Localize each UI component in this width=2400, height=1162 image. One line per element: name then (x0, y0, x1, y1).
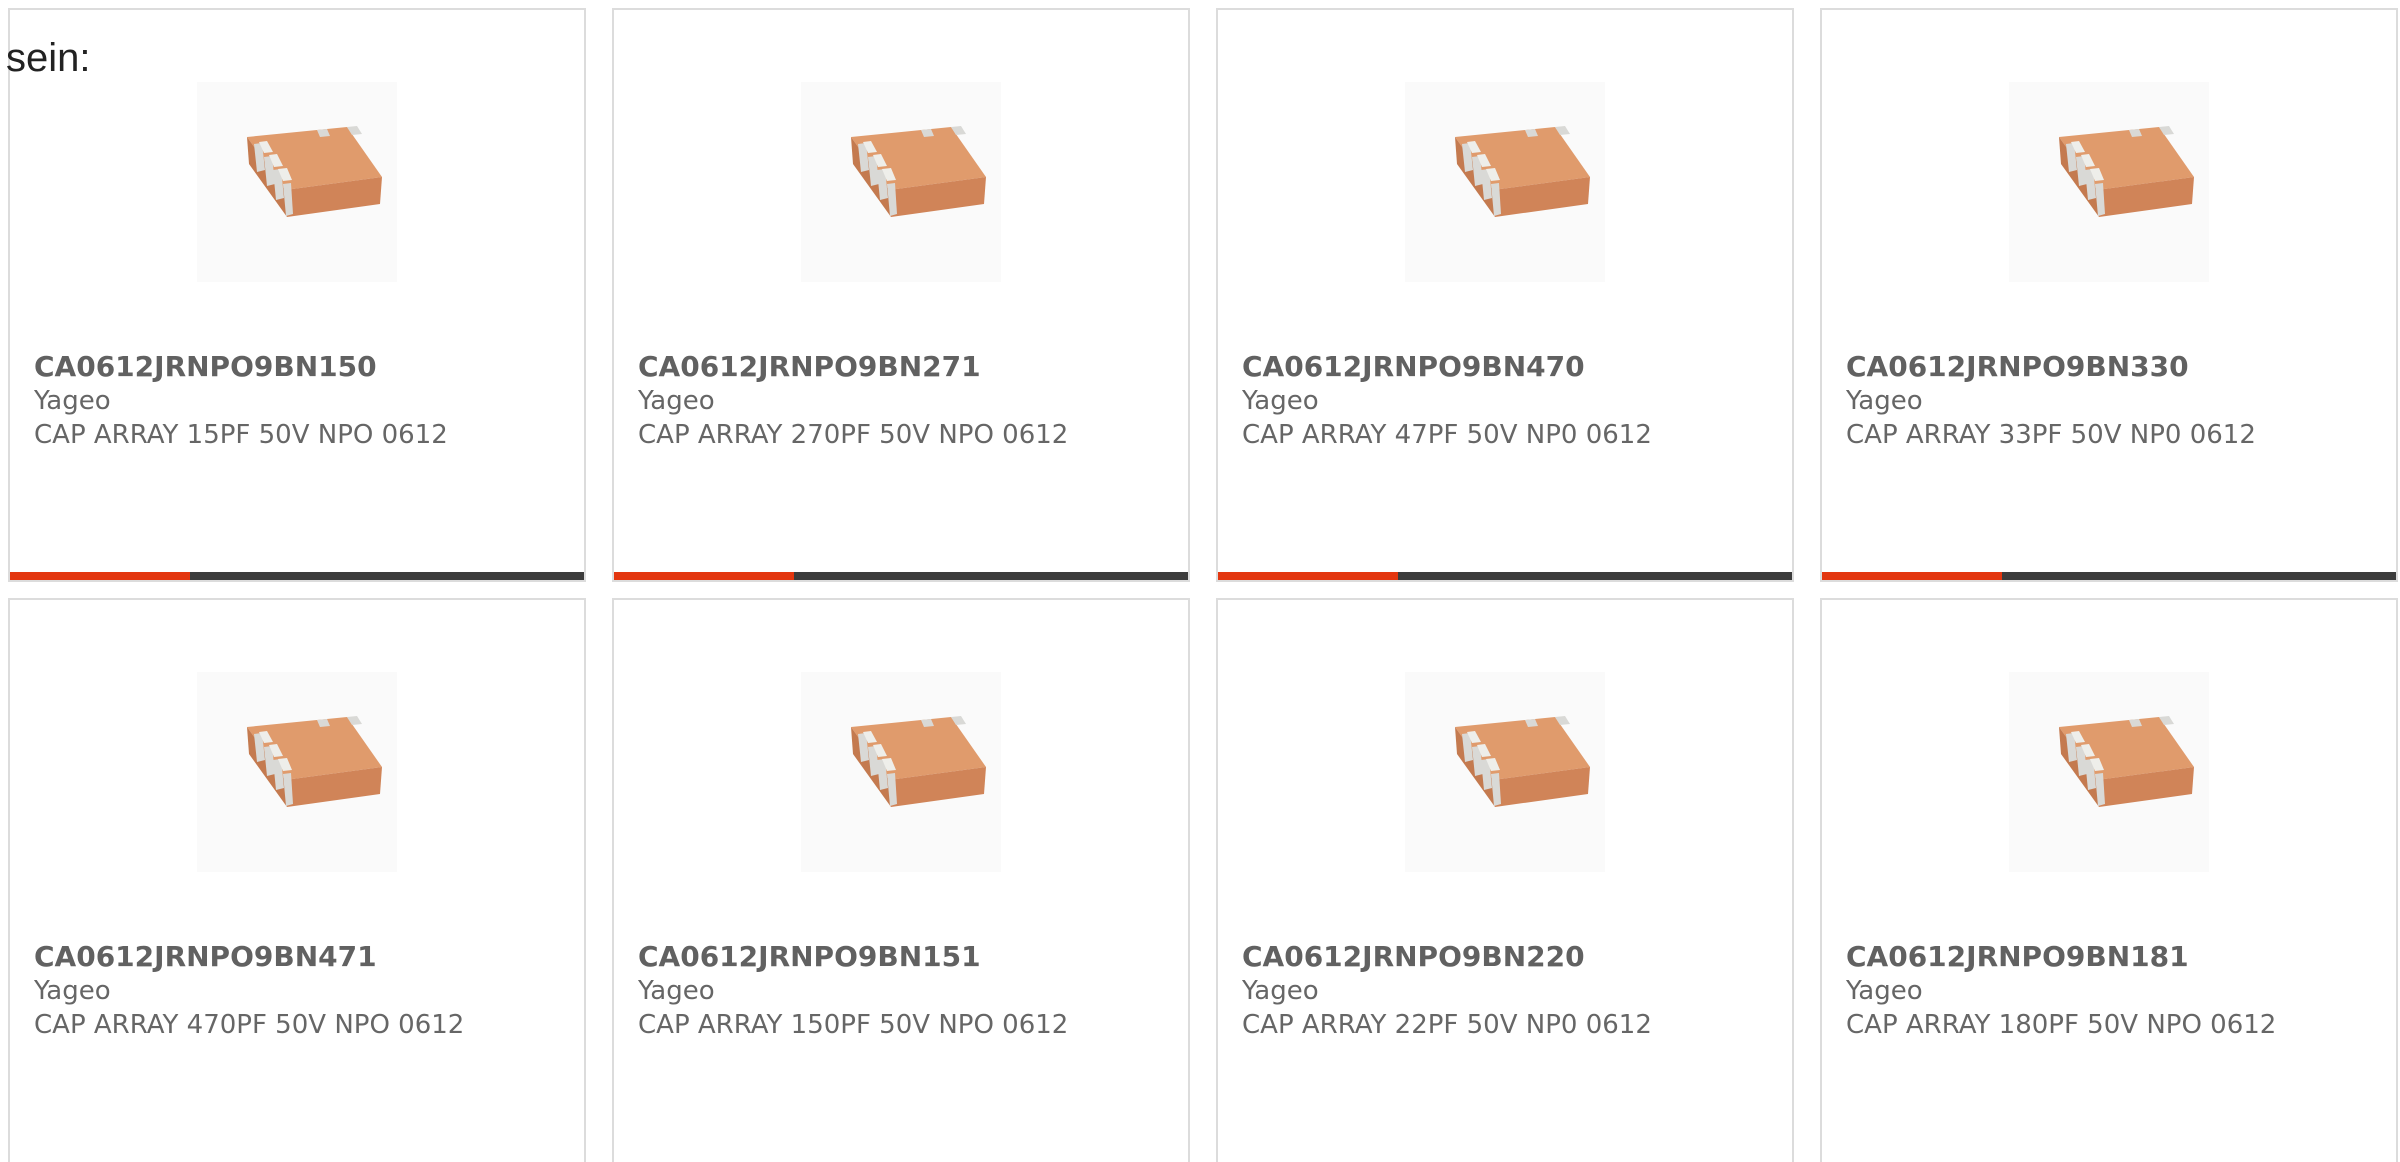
card-footer-bar (10, 572, 584, 580)
product-card[interactable]: CA0612JRNPO9BN471 Yageo CAP ARRAY 470PF … (8, 598, 586, 1162)
product-card[interactable]: CA0612JRNPO9BN220 Yageo CAP ARRAY 22PF 5… (1216, 598, 1794, 1162)
product-manufacturer: Yageo (34, 976, 111, 1006)
product-manufacturer: Yageo (1846, 976, 1923, 1006)
product-info: CA0612JRNPO9BN471 Yageo CAP ARRAY 470PF … (34, 940, 560, 1042)
product-part-number[interactable]: CA0612JRNPO9BN471 (34, 940, 560, 974)
product-description: CAP ARRAY 470PF 50V NPO 0612 (34, 1010, 465, 1040)
product-image[interactable] (1405, 672, 1605, 872)
product-card[interactable]: CA0612JRNPO9BN470 Yageo CAP ARRAY 47PF 5… (1216, 8, 1794, 582)
product-part-number[interactable]: CA0612JRNPO9BN181 (1846, 940, 2372, 974)
product-manufacturer: Yageo (638, 386, 715, 416)
product-info: CA0612JRNPO9BN330 Yageo CAP ARRAY 33PF 5… (1846, 350, 2372, 452)
product-manufacturer: Yageo (1242, 976, 1319, 1006)
capacitor-array-chip-icon (247, 126, 382, 217)
product-manufacturer: Yageo (1846, 386, 1923, 416)
card-footer-accent (1218, 572, 1398, 580)
product-info: CA0612JRNPO9BN470 Yageo CAP ARRAY 47PF 5… (1242, 350, 1768, 452)
card-footer-bar (1822, 572, 2396, 580)
product-description: CAP ARRAY 15PF 50V NPO 0612 (34, 420, 448, 450)
product-card[interactable]: CA0612JRNPO9BN271 Yageo CAP ARRAY 270PF … (612, 8, 1190, 582)
capacitor-array-chip-icon (2059, 716, 2194, 807)
capacitor-array-chip-icon (1455, 126, 1590, 217)
product-image[interactable] (2009, 672, 2209, 872)
capacitor-array-chip-icon (851, 716, 986, 807)
product-info: CA0612JRNPO9BN271 Yageo CAP ARRAY 270PF … (638, 350, 1164, 452)
product-description: CAP ARRAY 22PF 50V NP0 0612 (1242, 1010, 1652, 1040)
product-card[interactable]: CA0612JRNPO9BN150 Yageo CAP ARRAY 15PF 5… (8, 8, 586, 582)
product-manufacturer: Yageo (638, 976, 715, 1006)
product-image[interactable] (801, 672, 1001, 872)
product-image[interactable] (197, 672, 397, 872)
product-part-number[interactable]: CA0612JRNPO9BN470 (1242, 350, 1768, 384)
product-part-number[interactable]: CA0612JRNPO9BN271 (638, 350, 1164, 384)
product-part-number[interactable]: CA0612JRNPO9BN220 (1242, 940, 1768, 974)
product-description: CAP ARRAY 270PF 50V NPO 0612 (638, 420, 1069, 450)
product-description: CAP ARRAY 150PF 50V NPO 0612 (638, 1010, 1069, 1040)
card-footer-accent (10, 572, 190, 580)
capacitor-array-chip-icon (2059, 126, 2194, 217)
card-footer-bar (614, 572, 1188, 580)
product-card[interactable]: CA0612JRNPO9BN330 Yageo CAP ARRAY 33PF 5… (1820, 8, 2398, 582)
card-footer-accent (1822, 572, 2002, 580)
product-part-number[interactable]: CA0612JRNPO9BN151 (638, 940, 1164, 974)
product-manufacturer: Yageo (1242, 386, 1319, 416)
product-image[interactable] (197, 82, 397, 282)
product-image[interactable] (2009, 82, 2209, 282)
capacitor-array-chip-icon (247, 716, 382, 807)
product-description: CAP ARRAY 180PF 50V NPO 0612 (1846, 1010, 2277, 1040)
product-card[interactable]: CA0612JRNPO9BN181 Yageo CAP ARRAY 180PF … (1820, 598, 2398, 1162)
product-part-number[interactable]: CA0612JRNPO9BN330 (1846, 350, 2372, 384)
product-info: CA0612JRNPO9BN220 Yageo CAP ARRAY 22PF 5… (1242, 940, 1768, 1042)
card-footer-bar (1218, 572, 1792, 580)
product-info: CA0612JRNPO9BN151 Yageo CAP ARRAY 150PF … (638, 940, 1164, 1042)
capacitor-array-chip-icon (851, 126, 986, 217)
product-image[interactable] (1405, 82, 1605, 282)
card-footer-accent (614, 572, 794, 580)
product-description: CAP ARRAY 47PF 50V NP0 0612 (1242, 420, 1652, 450)
product-info: CA0612JRNPO9BN150 Yageo CAP ARRAY 15PF 5… (34, 350, 560, 452)
product-manufacturer: Yageo (34, 386, 111, 416)
product-info: CA0612JRNPO9BN181 Yageo CAP ARRAY 180PF … (1846, 940, 2372, 1042)
capacitor-array-chip-icon (1455, 716, 1590, 807)
product-card[interactable]: CA0612JRNPO9BN151 Yageo CAP ARRAY 150PF … (612, 598, 1190, 1162)
product-part-number[interactable]: CA0612JRNPO9BN150 (34, 350, 560, 384)
intro-text: sein: (6, 36, 91, 80)
product-description: CAP ARRAY 33PF 50V NP0 0612 (1846, 420, 2256, 450)
product-image[interactable] (801, 82, 1001, 282)
